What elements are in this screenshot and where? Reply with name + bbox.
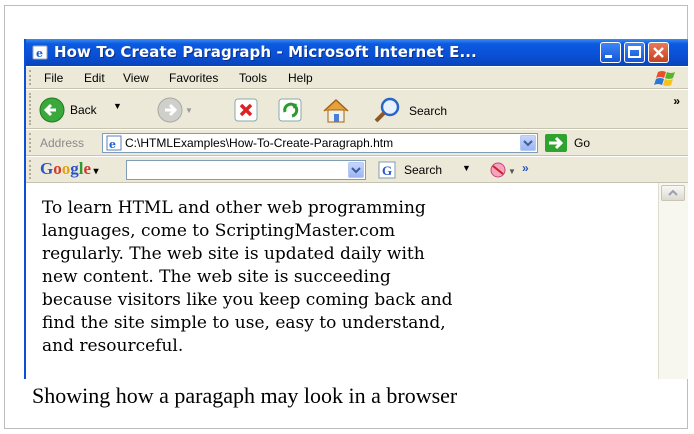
google-search-button[interactable]: G Search ▼ [378, 161, 478, 179]
page-icon: e [106, 135, 122, 151]
toolbar-grip[interactable] [29, 160, 34, 179]
toolbar-more-icon[interactable]: » [673, 94, 680, 108]
menu-bar: File Edit View Favorites Tools Help [26, 66, 688, 89]
address-value: C:\HTMLExamples\How-To-Create-Paragraph.… [125, 136, 394, 150]
toolbar-grip[interactable] [29, 93, 34, 125]
title-bar[interactable]: e How To Create Paragraph - Microsoft In… [26, 39, 688, 66]
paragraph-line: because visitors like you keep coming ba… [42, 290, 453, 310]
maximize-icon [628, 46, 641, 58]
menu-help[interactable]: Help [288, 71, 313, 85]
search-icon [374, 97, 400, 123]
google-search-input[interactable] [126, 160, 366, 180]
close-icon [653, 47, 664, 58]
google-logo[interactable]: Google ▾ [40, 159, 99, 179]
chevron-down-icon [351, 167, 361, 174]
svg-text:e: e [36, 47, 43, 60]
page-content: To learn HTML and other web programming … [26, 183, 658, 379]
forward-icon[interactable]: ▼ [156, 95, 192, 125]
paragraph-line: To learn HTML and other web programming [42, 198, 426, 218]
scroll-up-button[interactable] [661, 185, 685, 201]
svg-text:G: G [382, 163, 392, 178]
close-button[interactable] [648, 42, 669, 63]
paragraph-line: languages, come to ScriptingMaster.com [42, 221, 396, 241]
standard-toolbar: Back ▼ ▼ Search » [26, 89, 688, 129]
go-button[interactable]: Go [544, 133, 604, 153]
popup-blocker-icon[interactable]: ▼ [488, 161, 518, 179]
maximize-button[interactable] [624, 42, 645, 63]
chevron-down-icon [523, 140, 533, 147]
back-icon [39, 97, 65, 123]
back-dropdown-icon[interactable]: ▼ [113, 101, 122, 111]
svg-text:▼: ▼ [508, 167, 516, 176]
google-search-dropdown[interactable] [348, 162, 364, 178]
toolbar-grip[interactable] [29, 133, 34, 152]
google-toolbar: Google ▾ G Search ▼ ▼ » [26, 156, 688, 183]
chevron-up-icon [668, 189, 678, 196]
address-label: Address [40, 136, 85, 150]
svg-text:▼: ▼ [185, 106, 192, 115]
google-toolbar-more-icon[interactable]: » [522, 161, 529, 175]
back-label: Back [70, 103, 97, 117]
paragraph-line: find the site simple to use, easy to und… [42, 313, 446, 333]
minimize-button[interactable] [600, 42, 621, 63]
go-arrow-icon [545, 134, 567, 152]
stop-icon[interactable] [232, 95, 262, 125]
window-title: How To Create Paragraph - Microsoft Inte… [54, 43, 477, 61]
menu-view[interactable]: View [123, 71, 149, 85]
address-input[interactable]: e C:\HTMLExamples\How-To-Create-Paragrap… [102, 133, 538, 153]
figure-caption: Showing how a paragaph may look in a bro… [32, 383, 458, 408]
paragraph-line: new content. The web site is succeeding [42, 267, 391, 287]
search-button[interactable]: Search [372, 95, 472, 125]
google-search-icon: G [378, 161, 396, 179]
menu-edit[interactable]: Edit [84, 71, 105, 85]
menu-file[interactable]: File [44, 71, 63, 85]
windows-logo-icon [654, 71, 675, 86]
google-search-dropdown-icon[interactable]: ▼ [462, 163, 471, 173]
vertical-scrollbar[interactable] [658, 183, 688, 379]
search-label: Search [409, 104, 448, 118]
toolbar-grip[interactable] [29, 70, 34, 85]
google-search-label: Search [404, 163, 443, 177]
paragraph-line: and resourceful. [42, 336, 184, 356]
paragraph-line: regularly. The web site is updated daily… [42, 244, 425, 264]
paragraph: To learn HTML and other web programming … [42, 197, 652, 358]
refresh-icon[interactable] [276, 95, 306, 125]
address-dropdown[interactable] [520, 135, 536, 151]
minimize-icon [605, 55, 612, 58]
home-icon[interactable] [320, 95, 354, 125]
address-bar: Address e C:\HTMLExamples\How-To-Create-… [26, 129, 688, 156]
browser-window: e How To Create Paragraph - Microsoft In… [24, 39, 688, 379]
go-label: Go [574, 136, 591, 150]
svg-text:e: e [109, 138, 116, 151]
menu-tools[interactable]: Tools [239, 71, 267, 85]
ie-icon: e [32, 45, 48, 60]
menu-favorites[interactable]: Favorites [169, 71, 218, 85]
back-button[interactable]: Back ▼ [38, 95, 138, 125]
